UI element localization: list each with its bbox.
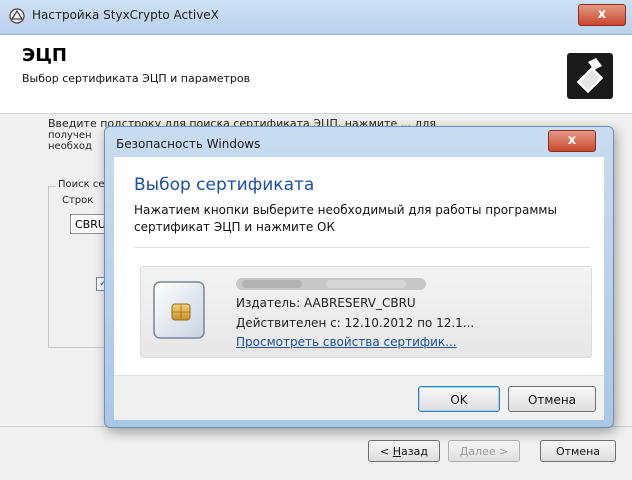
search-groupbox-label: Поиск се: [56, 179, 107, 190]
wizard-cancel-button[interactable]: Отмена: [540, 440, 616, 462]
security-dialog-title: Безопасность Windows: [116, 137, 261, 151]
back-button-rest: азад: [401, 445, 428, 458]
styxcrypto-app-icon: [9, 8, 25, 24]
wizard-close-button[interactable]: x: [578, 4, 626, 26]
security-dialog-close-button[interactable]: x: [548, 130, 596, 152]
security-dialog-description-line1: Нажатием кнопки выберите необходимый для…: [134, 203, 557, 217]
certificate-validity: Действителен с: 12.10.2012 по 12.1...: [236, 316, 475, 330]
back-button[interactable]: < Назад: [368, 440, 440, 462]
wizard-title: Настройка StyxCrypto ActiveX: [32, 8, 219, 22]
printer-key-icon: [567, 53, 613, 99]
next-button-rest: алее >: [468, 445, 509, 458]
security-dialog-divider: [134, 247, 590, 248]
next-button[interactable]: Далее >: [448, 440, 520, 462]
wizard-header-title: ЭЦП: [22, 45, 67, 66]
search-string-label: Строк: [62, 195, 94, 206]
next-button-hotkey: Д: [459, 445, 469, 458]
certificate-properties-link[interactable]: Просмотреть свойства сертифик...: [236, 335, 457, 349]
wizard-header-subtitle: Выбор сертификата ЭЦП и параметров: [22, 72, 251, 85]
security-dialog-heading: Выбор сертификата: [134, 175, 315, 195]
wizard-instructions-line3: необход: [48, 141, 92, 152]
ok-button[interactable]: OK: [418, 386, 500, 412]
security-dialog-cancel-button[interactable]: Отмена: [508, 386, 596, 412]
back-button-hotkey: Н: [392, 445, 402, 458]
smart-card-icon: [153, 281, 205, 339]
certificate-name-redacted: [236, 278, 426, 290]
back-button-prefix: <: [380, 445, 393, 458]
security-dialog-description-line2: сертификат ЭЦП и нажмите ОК: [134, 220, 336, 234]
wizard-instructions-line2: получен: [48, 130, 92, 141]
certificate-issuer: Издатель: AABRESERV_CBRU: [236, 296, 416, 310]
